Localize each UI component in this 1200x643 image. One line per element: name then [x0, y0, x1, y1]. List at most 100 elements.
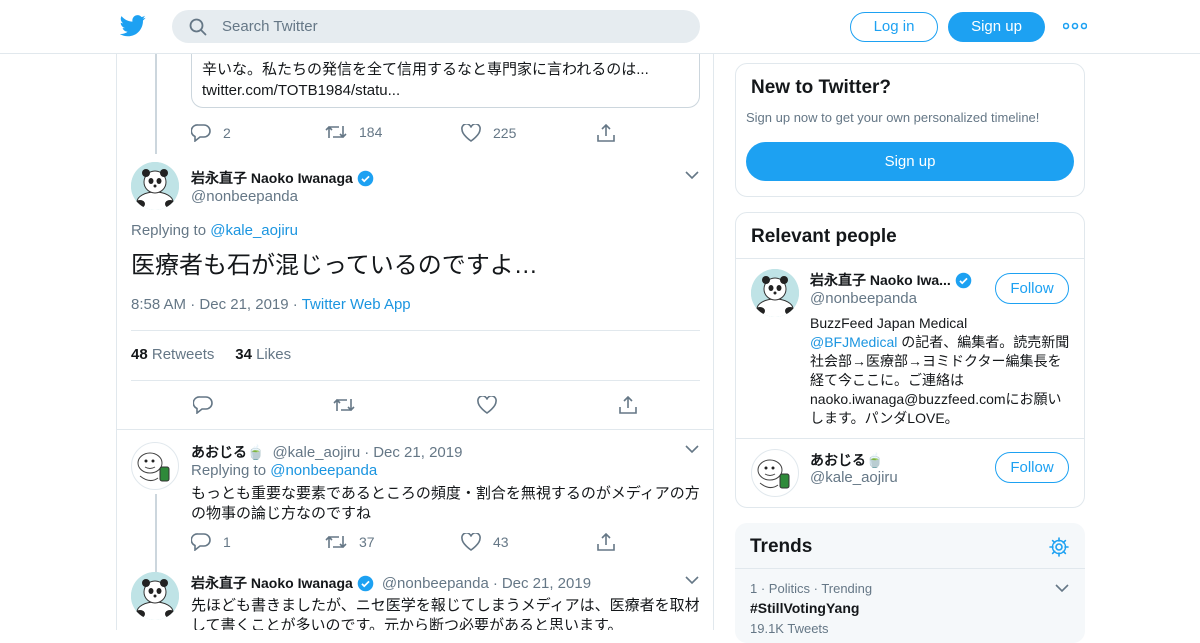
heart-icon	[461, 533, 481, 551]
tweet-date[interactable]: Dec 21, 2019	[502, 575, 591, 592]
share-icon	[597, 124, 615, 142]
share-action[interactable]	[597, 124, 615, 142]
like-count: 225	[493, 125, 517, 141]
display-name: 岩永直子 Naoko Iwanaga	[191, 170, 353, 186]
reply-icon	[191, 533, 211, 551]
author-name[interactable]: 岩永直子 Naoko Iwanaga	[191, 168, 374, 188]
tweet-stream: 辛いな。私たちの発信を全て信用するなと専門家に言われるのは... twitter…	[116, 54, 714, 630]
avatar[interactable]	[751, 449, 799, 497]
retweet-action[interactable]: 37	[325, 534, 375, 550]
person-name[interactable]: 岩永直子 Naoko Iwa...	[810, 270, 972, 290]
likes-stat[interactable]: 34 Likes	[235, 346, 291, 363]
author-name[interactable]: あおじる🍵 @kale_aojiru · Dec 21, 2019	[191, 442, 462, 462]
tweet-metadata: 8:58 AM · Dec 21, 2019 · Twitter Web App	[131, 296, 411, 313]
settings-gear-icon[interactable]	[1049, 537, 1069, 557]
divider	[117, 429, 713, 430]
search-icon	[189, 18, 207, 36]
trend-name[interactable]: #StillVotingYang	[750, 600, 859, 616]
person-handle[interactable]: @nonbeepanda	[810, 290, 917, 307]
search-box[interactable]	[172, 10, 700, 43]
trend-count: 19.1K Tweets	[750, 621, 829, 636]
more-options-icon[interactable]	[1063, 19, 1087, 33]
like-action[interactable]: 43	[461, 533, 509, 551]
replying-to-link[interactable]: @kale_aojiru	[210, 222, 298, 239]
signup-button[interactable]: Sign up	[746, 142, 1074, 181]
reply-icon	[191, 124, 211, 142]
verified-badge-icon	[357, 575, 374, 591]
card-title: New to Twitter?	[751, 77, 892, 98]
verified-badge-icon	[955, 272, 972, 288]
card-title: Relevant people	[751, 226, 897, 247]
person-name[interactable]: あおじる🍵	[810, 450, 883, 470]
avatar[interactable]	[131, 162, 179, 210]
tweet-text: 医療者も石が混じっているのですよ…	[131, 252, 538, 279]
avatar[interactable]	[131, 572, 179, 620]
retweet-icon[interactable]	[333, 397, 355, 413]
retweet-action[interactable]: 184	[325, 124, 382, 140]
tweet-source[interactable]: Twitter Web App	[302, 296, 411, 313]
replying-to: Replying to @kale_aojiru	[131, 222, 298, 239]
twitter-logo-icon[interactable]	[120, 14, 146, 38]
author-handle[interactable]: @nonbeepanda	[191, 188, 298, 205]
retweets-stat-label: Retweets	[151, 346, 215, 363]
trend-meta: 1 · Politics · Trending	[750, 581, 873, 596]
share-icon	[597, 533, 615, 551]
panda-avatar-image	[751, 269, 799, 317]
share-icon[interactable]	[619, 396, 637, 414]
author-handle[interactable]: @nonbeepanda	[382, 575, 489, 592]
replying-prefix: Replying to	[191, 462, 267, 479]
tweet-date[interactable]: Dec 21, 2019	[373, 444, 462, 461]
retweets-stat-count: 48	[131, 346, 148, 363]
reply-action[interactable]: 1	[191, 533, 231, 551]
replying-to-link[interactable]: @nonbeepanda	[270, 462, 377, 479]
thread-line	[155, 54, 157, 154]
bio-text: BuzzFeed Japan Medical	[810, 315, 968, 331]
divider	[131, 330, 700, 331]
chevron-down-icon[interactable]	[685, 170, 699, 180]
panda-avatar-image	[131, 162, 179, 210]
separator: ·	[492, 574, 498, 592]
reply-action[interactable]: 2	[191, 124, 231, 142]
reply-icon[interactable]	[193, 396, 213, 414]
bio-mention-link[interactable]: @BFJMedical	[810, 334, 897, 350]
trend-category: Politics	[768, 581, 810, 596]
share-action[interactable]	[597, 533, 615, 551]
divider	[735, 568, 1085, 569]
verified-badge-icon	[357, 170, 374, 186]
chevron-down-icon[interactable]	[1055, 583, 1069, 593]
new-to-twitter-card: New to Twitter? Sign up now to get your …	[735, 63, 1085, 197]
separator: ·	[364, 443, 370, 461]
retweets-stat[interactable]: 48 Retweets	[131, 346, 214, 363]
author-name[interactable]: 岩永直子 Naoko Iwanaga @nonbeepanda · Dec 21…	[191, 573, 591, 593]
retweet-icon	[325, 535, 347, 549]
display-name: 岩永直子 Naoko Iwanaga	[191, 575, 353, 591]
chevron-down-icon[interactable]	[685, 575, 699, 585]
top-navigation-bar: Log in Sign up	[0, 0, 1200, 54]
person-bio: BuzzFeed Japan Medical @BFJMedical の記者、編…	[810, 314, 1070, 428]
avatar[interactable]	[751, 269, 799, 317]
quoted-tweet[interactable]: 辛いな。私たちの発信を全て信用するなと専門家に言われるのは... twitter…	[191, 54, 700, 108]
heart-icon[interactable]	[477, 396, 497, 414]
panda-avatar-image	[131, 572, 179, 620]
tweet-time[interactable]: 8:58 AM	[131, 296, 186, 313]
like-action[interactable]: 225	[461, 124, 516, 142]
retweet-icon	[325, 125, 347, 139]
replying-prefix: Replying to	[131, 222, 207, 239]
quoted-tweet-link: twitter.com/TOTB1984/statu...	[202, 82, 401, 99]
follow-button[interactable]: Follow	[995, 273, 1069, 304]
trends-card: Trends 1 · Politics · Trending #StillVot…	[735, 523, 1085, 643]
reply-count: 1	[223, 534, 231, 550]
follow-button[interactable]: Follow	[995, 452, 1069, 483]
divider	[736, 438, 1084, 439]
likes-stat-label: Likes	[256, 346, 292, 363]
tweet-date[interactable]: Dec 21, 2019	[199, 296, 288, 313]
chevron-down-icon[interactable]	[685, 444, 699, 454]
divider	[736, 258, 1084, 259]
avatar[interactable]	[131, 442, 179, 490]
search-input[interactable]	[222, 10, 682, 43]
tweet-text: もっとも重要な要素であるところの頻度・割合を無視するのがメディアの方の物事の論じ…	[191, 485, 700, 522]
signup-button[interactable]: Sign up	[948, 12, 1045, 42]
login-button[interactable]: Log in	[850, 12, 938, 42]
person-handle[interactable]: @kale_aojiru	[810, 469, 898, 486]
author-handle[interactable]: @kale_aojiru	[272, 444, 360, 461]
